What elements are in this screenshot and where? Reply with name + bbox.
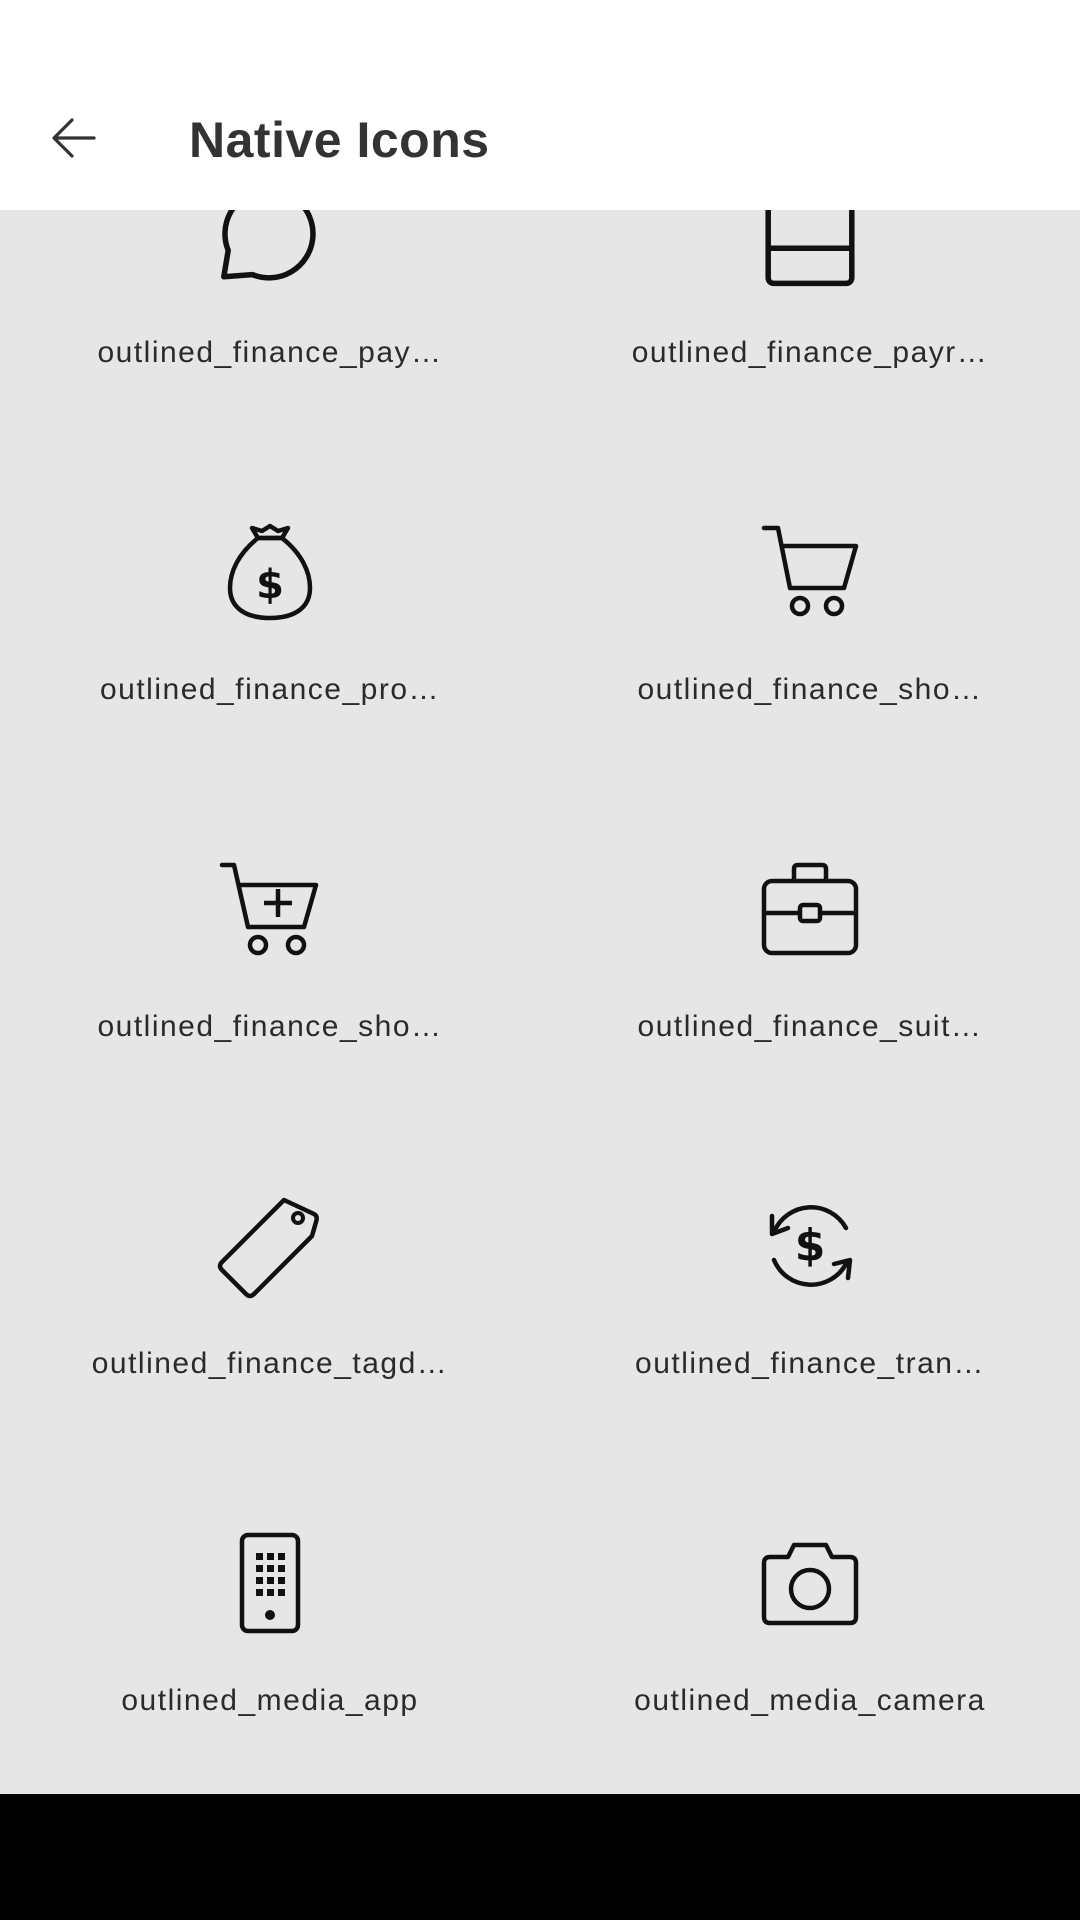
remote-keypad-icon xyxy=(239,1532,301,1634)
icon-label: outlined_finance_tagd… xyxy=(91,1347,449,1380)
status-bar xyxy=(0,0,1080,72)
icon-tile[interactable]: outlined_media_camera xyxy=(540,1428,1080,1765)
camera-icon xyxy=(761,1542,859,1626)
icon-tile[interactable]: outlined_finance_pay… xyxy=(0,210,540,417)
money-bag-icon: $ xyxy=(227,523,313,621)
icon-label: outlined_finance_tran… xyxy=(635,1347,985,1380)
system-navigation-bar xyxy=(0,1794,1080,1920)
shopping-cart-icon xyxy=(761,525,859,617)
icon-tile[interactable]: outlined_media_app xyxy=(0,1428,540,1765)
back-button[interactable] xyxy=(36,100,112,176)
arrow-left-icon xyxy=(52,118,96,158)
icon-label: outlined_finance_sho… xyxy=(97,1010,443,1043)
icon-label: outlined_media_camera xyxy=(634,1684,986,1717)
icon-tile[interactable]: $ outlined_finance_tran… xyxy=(540,1091,1080,1428)
icon-label: outlined_media_app xyxy=(121,1684,419,1717)
page-title: Native Icons xyxy=(189,112,490,168)
svg-text:$: $ xyxy=(256,562,284,608)
icon-tile[interactable]: outlined_finance_payr… xyxy=(540,210,1080,417)
icon-grid: outlined_finance_pay… outlined_finance_p… xyxy=(0,210,1080,1794)
icon-label: outlined_finance_payr… xyxy=(631,336,989,369)
icon-label: outlined_finance_pro… xyxy=(99,673,441,706)
speech-bubble-dollar-icon xyxy=(221,210,316,281)
currency-exchange-icon: $ xyxy=(769,1205,853,1287)
tag-icon xyxy=(217,1197,319,1299)
suitcase-icon xyxy=(761,862,859,956)
icon-tile[interactable]: outlined_finance_sho… xyxy=(540,417,1080,754)
icon-tile[interactable]: outlined_finance_tagd… xyxy=(0,1091,540,1428)
icon-tile[interactable]: $ outlined_finance_pro… xyxy=(0,417,540,754)
app-bar: Native Icons xyxy=(0,72,1080,210)
icon-label: outlined_finance_sho… xyxy=(637,673,983,706)
icon-tile[interactable]: outlined_finance_sho… xyxy=(0,754,540,1091)
cart-add-icon xyxy=(219,862,319,956)
icon-label: outlined_finance_suit… xyxy=(637,1010,983,1043)
payroll-icon xyxy=(765,210,855,287)
icon-label: outlined_finance_pay… xyxy=(97,336,443,369)
svg-text:$: $ xyxy=(795,1220,826,1271)
icon-tile[interactable]: outlined_finance_suit… xyxy=(540,754,1080,1091)
